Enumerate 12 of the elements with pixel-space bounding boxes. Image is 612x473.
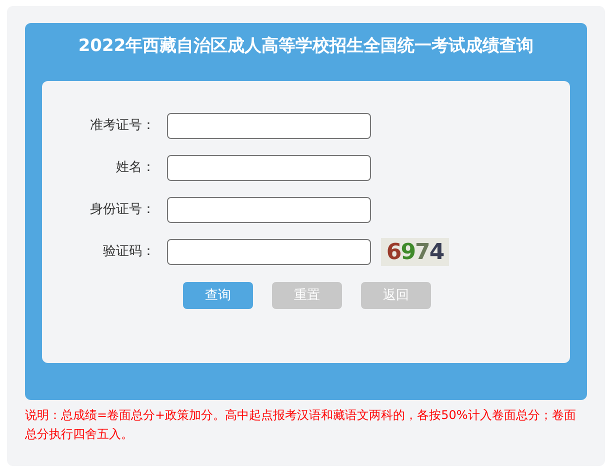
note-text: 说明：总成绩=卷面总分+政策加分。高中起点报考汉语和藏语文两科的，各按50%计入卷面总分；卷面总分执行四舍五入。 — [25, 407, 577, 443]
field-label: 验证码： — [102, 243, 155, 262]
input-field[interactable] — [167, 155, 371, 181]
field-label: 准考证号： — [89, 117, 155, 136]
input-field[interactable] — [167, 113, 371, 139]
page-title: 2022年西藏自治区成人高等学校招生全国统一考试成绩查询 — [77, 35, 535, 58]
captcha-image: 6974 — [381, 238, 449, 266]
input-field[interactable] — [167, 197, 371, 223]
input-field[interactable] — [167, 239, 371, 265]
field-label: 身份证号： — [89, 201, 155, 220]
form-button[interactable]: 查询 — [183, 282, 253, 309]
field-label: 姓名： — [115, 159, 155, 178]
